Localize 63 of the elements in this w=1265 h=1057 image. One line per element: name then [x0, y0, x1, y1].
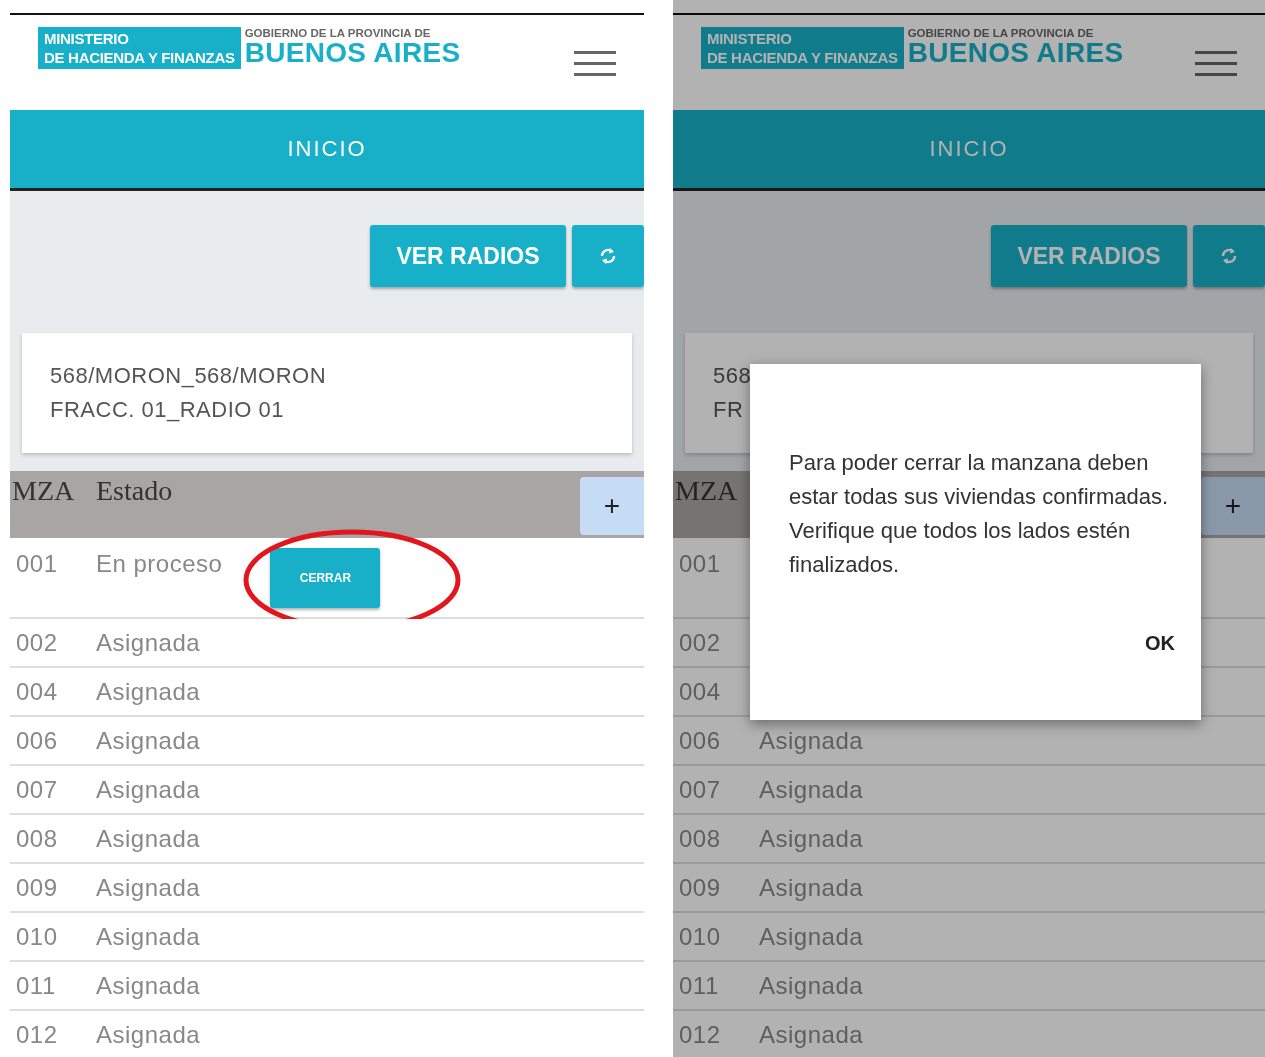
table-cell: Asignada: [96, 971, 201, 1000]
table-cell-text: 010: [678, 922, 722, 951]
table-cell: Asignada: [759, 1020, 864, 1049]
table-cell-text: 004: [678, 677, 722, 706]
table-cell: Asignada: [759, 726, 864, 755]
ok-button[interactable]: OK: [1137, 628, 1183, 659]
table-cell: Asignada: [96, 677, 201, 706]
add-button[interactable]: +: [1201, 477, 1265, 535]
column-header: MZA: [11, 475, 76, 507]
table-cell: Asignada: [759, 775, 864, 804]
ver-radios-button[interactable]: VER RADIOS: [370, 225, 566, 287]
table-cell-text: 012: [678, 1020, 722, 1049]
table-cell-text: 002: [15, 628, 59, 657]
table-cell-text: 007: [678, 775, 722, 804]
table-cell: Asignada: [759, 922, 864, 951]
add-button[interactable]: +: [580, 477, 644, 535]
refresh-icon: [1219, 246, 1239, 266]
nav-bar[interactable]: INICIO: [10, 110, 644, 191]
table-cell-text: 012: [15, 1020, 59, 1049]
ver-radios-button[interactable]: VER RADIOS: [991, 225, 1187, 287]
table-cell-text: 004: [15, 677, 59, 706]
government-label: GOBIERNO DE LA PROVINCIA DE: [244, 27, 432, 39]
table-cell-text: 002: [678, 628, 722, 657]
menu-icon[interactable]: [1195, 51, 1237, 77]
table-cell: Asignada: [96, 873, 201, 902]
table-cell-text: 011: [678, 971, 720, 1000]
table-cell-text: 009: [15, 873, 59, 902]
table-cell: Asignada: [96, 775, 201, 804]
card-line: FRACC. 01_RADIO 01: [50, 397, 285, 423]
card-line: 568/MORON_568/MORON: [50, 363, 328, 389]
table-cell: Asignada: [96, 726, 201, 755]
table-cell: Asignada: [96, 628, 201, 657]
table-cell-text: 001: [15, 550, 59, 578]
table-cell: Asignada: [759, 971, 864, 1000]
table-cell: Asignada: [759, 824, 864, 853]
ministry-logo: MINISTERIO DE HACIENDA Y FINANZAS: [701, 27, 904, 69]
province-title: BUENOS AIRES: [907, 39, 1124, 67]
table-cell-text: 008: [15, 824, 59, 853]
column-header: MZA: [674, 475, 739, 507]
province-title: BUENOS AIRES: [244, 39, 461, 67]
table-cell: Asignada: [759, 873, 864, 902]
government-label: GOBIERNO DE LA PROVINCIA DE: [907, 27, 1095, 39]
refresh-icon: [598, 246, 618, 266]
table-cell-text: 007: [15, 775, 59, 804]
table-cell: Asignada: [96, 1020, 201, 1049]
table-cell-text: 008: [678, 824, 722, 853]
card-line: 568: [713, 363, 753, 389]
dialog-message: Para poder cerrar la manzana deben estar todas sus viviendas confirmadas. Verifique que todos los lados estén finalizados.: [789, 449, 1170, 579]
nav-bar[interactable]: INICIO: [673, 110, 1265, 191]
table-cell-text: 006: [15, 726, 59, 755]
table-cell-text: 001: [678, 550, 722, 578]
table-cell-text: 010: [15, 922, 59, 951]
table-cell-text: 011: [15, 971, 57, 1000]
menu-icon[interactable]: [574, 51, 616, 77]
ministry-logo: MINISTERIO DE HACIENDA Y FINANZAS: [38, 27, 241, 69]
table-cell-text: 006: [678, 726, 722, 755]
column-header: Estado: [96, 475, 173, 507]
table-cell: Asignada: [96, 922, 201, 951]
close-button[interactable]: CERRAR: [270, 548, 381, 608]
table-cell-text: 009: [678, 873, 722, 902]
table-cell: Asignada: [96, 824, 201, 853]
table-cell: En proceso: [96, 550, 223, 578]
card-line: FR: [713, 397, 745, 423]
